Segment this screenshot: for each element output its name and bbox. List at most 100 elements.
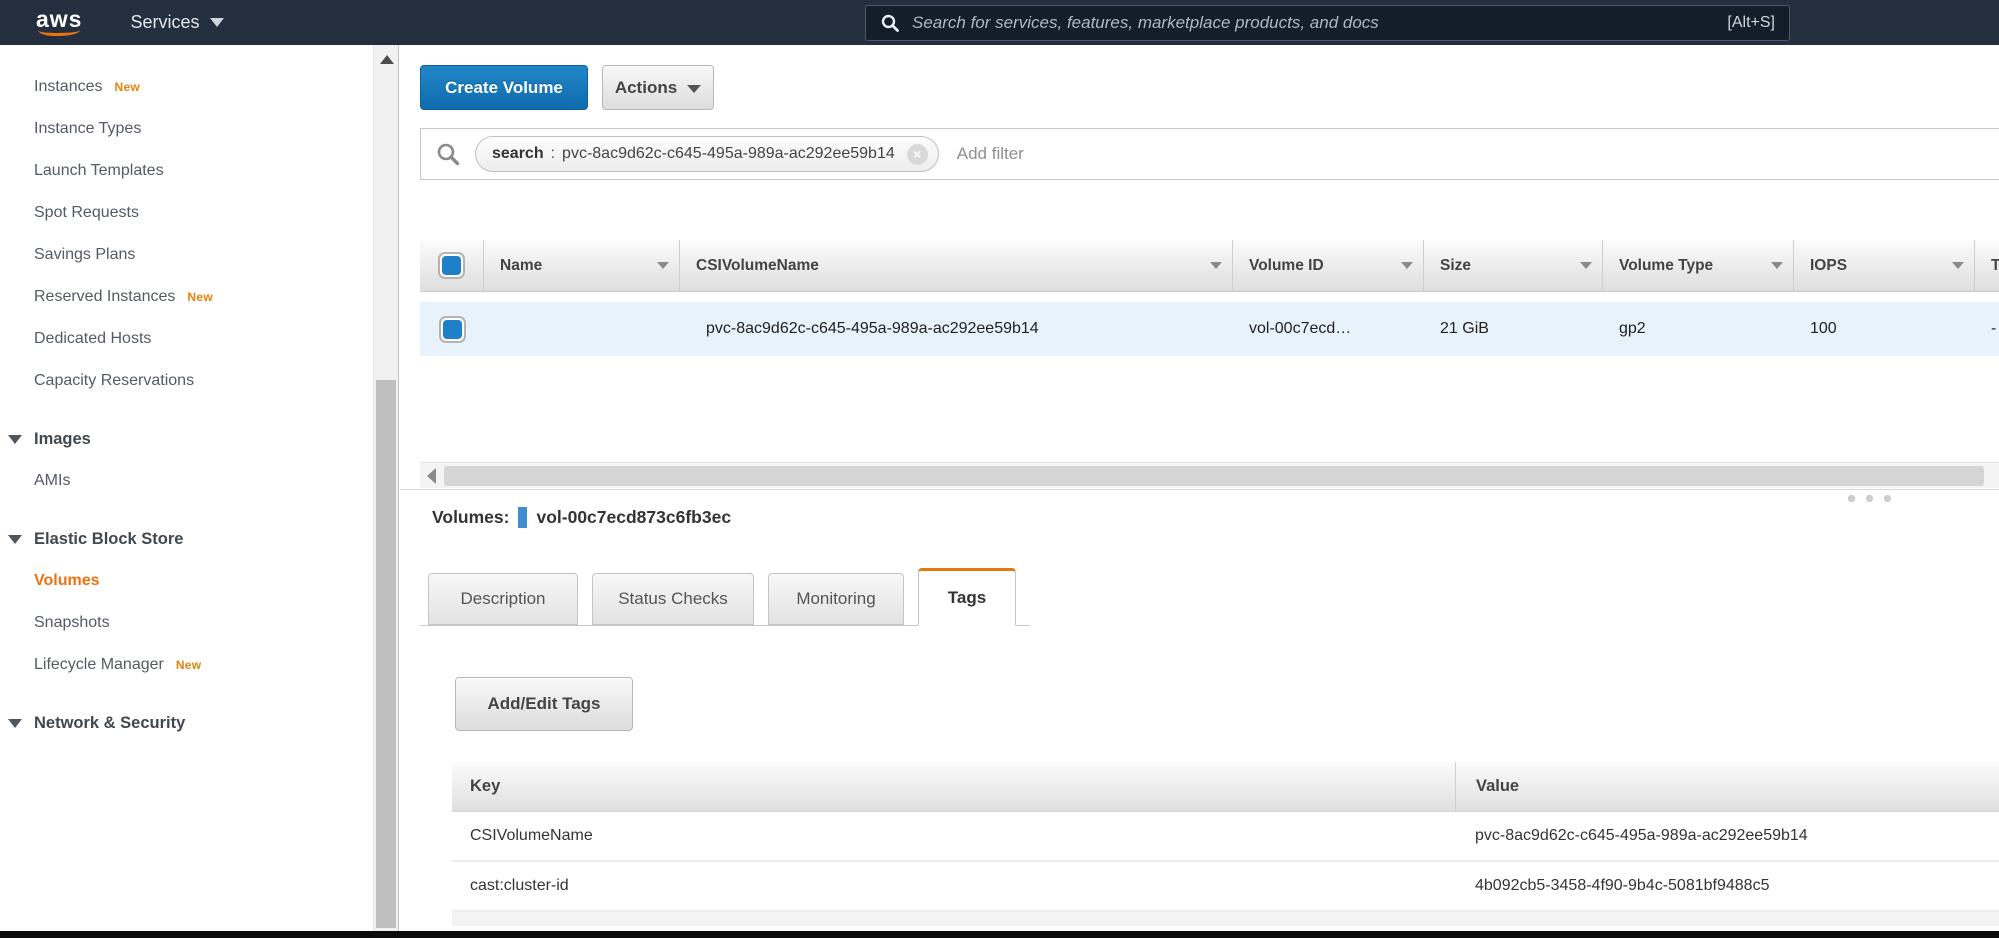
detail-tabs: Description Status Checks Monitoring Tag… [420, 568, 1030, 626]
volumes-toolbar: Create Volume Actions [420, 65, 714, 110]
sidebar-item-launch-templates[interactable]: Launch Templates [0, 150, 373, 192]
sidebar-item-instance-types[interactable]: Instance Types [0, 108, 373, 150]
create-volume-button[interactable]: Create Volume [420, 65, 588, 110]
column-label: Name [500, 257, 542, 275]
sidebar-item-instances[interactable]: Instances New [0, 66, 373, 108]
search-icon [435, 141, 461, 167]
sidebar-item-amis[interactable]: AMIs [0, 460, 373, 502]
sidebar-item-savings-plans[interactable]: Savings Plans [0, 234, 373, 276]
tags-table-header: Key Value [452, 762, 1999, 812]
scroll-up-icon[interactable] [380, 55, 394, 64]
filter-chip-key: search [492, 145, 544, 163]
actions-button[interactable]: Actions [602, 65, 714, 110]
aws-logo-text: aws [36, 9, 82, 29]
horizontal-scrollbar-thumb[interactable] [444, 466, 1984, 486]
pane-resize-handle[interactable] [1848, 495, 1891, 502]
sidebar-scrollbar[interactable] [373, 45, 399, 931]
tab-tags[interactable]: Tags [918, 568, 1016, 626]
column-label: Size [1440, 257, 1471, 275]
sidebar-item-snapshots[interactable]: Snapshots [0, 602, 373, 644]
sort-icon[interactable] [1771, 262, 1783, 269]
sidebar-section-images[interactable]: Images [0, 418, 373, 460]
top-navbar: aws Services [Alt+S] [0, 0, 1999, 45]
filter-bar[interactable]: search : pvc-8ac9d62c-c645-495a-989a-ac2… [420, 128, 1999, 180]
tab-description[interactable]: Description [428, 573, 578, 625]
volume-row-selected[interactable]: pvc-8ac9d62c-c645-495a-989a-ac292ee59b14… [420, 302, 1999, 356]
detail-heading-label: Volumes: [432, 507, 509, 528]
aws-ec2-console: aws Services [Alt+S] Instances New Insta… [0, 0, 1999, 938]
row-checkbox[interactable] [439, 316, 466, 343]
tag-value: 4b092cb5-3458-4f90-9b4c-5081bf9488c5 [1455, 862, 1999, 910]
new-badge: New [114, 80, 140, 94]
actions-label: Actions [615, 78, 677, 98]
sidebar-item-lifecycle-manager[interactable]: Lifecycle Manager New [0, 644, 373, 686]
aws-smile-icon [38, 28, 80, 36]
sidebar-item-volumes[interactable]: Volumes [0, 560, 373, 602]
add-filter-input[interactable] [957, 144, 1177, 164]
chevron-down-icon [210, 18, 224, 27]
select-all-checkbox-cell [420, 240, 484, 291]
column-label: IOPS [1810, 257, 1847, 275]
sidebar-item-reserved-instances[interactable]: Reserved Instances New [0, 276, 373, 318]
sort-icon[interactable] [1580, 262, 1592, 269]
checkbox-checked-icon [442, 256, 461, 275]
tag-key: cast:cluster-id [452, 877, 1455, 895]
volumes-table-header: Name CSIVolumeName Volume ID Size Volume… [420, 240, 1999, 292]
row-checkbox-cell [420, 316, 484, 343]
sidebar-scrollbar-thumb[interactable] [376, 380, 396, 928]
selection-bar-icon [518, 507, 527, 528]
filter-chip-separator: : [551, 145, 555, 163]
tag-row: CSIVolumeName pvc-8ac9d62c-c645-495a-989… [452, 812, 1999, 862]
column-header-name[interactable]: Name [484, 240, 680, 291]
cell-throughput: - [1975, 320, 1999, 338]
tab-monitoring[interactable]: Monitoring [768, 573, 904, 625]
sidebar-item-spot-requests[interactable]: Spot Requests [0, 192, 373, 234]
volumes-table: Name CSIVolumeName Volume ID Size Volume… [420, 240, 1999, 356]
selected-volume-id: vol-00c7ecd873c6fb3ec [536, 507, 731, 528]
checkbox-checked-icon [443, 320, 462, 339]
column-header-size[interactable]: Size [1424, 240, 1603, 291]
main-content: Create Volume Actions search : pvc-8ac9d… [400, 45, 1999, 931]
global-search[interactable]: [Alt+S] [865, 5, 1790, 41]
select-all-checkbox[interactable] [438, 252, 465, 279]
tags-table-footer [452, 912, 1999, 926]
services-menu[interactable]: Services [130, 12, 223, 33]
column-label: Volume Type [1619, 257, 1713, 275]
column-header-csivolumename[interactable]: CSIVolumeName [680, 240, 1233, 291]
scroll-left-icon[interactable] [427, 468, 436, 484]
sort-icon[interactable] [1210, 262, 1222, 269]
column-label: T [1991, 257, 1999, 275]
tags-table: Key Value CSIVolumeName pvc-8ac9d62c-c64… [452, 762, 1999, 926]
column-header-volume-id[interactable]: Volume ID [1233, 240, 1424, 291]
cell-iops: 100 [1794, 320, 1975, 338]
sort-icon[interactable] [657, 262, 669, 269]
sidebar-item-capacity-reservations[interactable]: Capacity Reservations [0, 360, 373, 402]
cell-volume-id: vol-00c7ecd… [1233, 320, 1424, 338]
cell-size: 21 GiB [1424, 320, 1603, 338]
sort-icon[interactable] [1401, 262, 1413, 269]
tag-value: pvc-8ac9d62c-c645-495a-989a-ac292ee59b14 [1455, 812, 1999, 860]
global-search-input[interactable] [912, 13, 1717, 33]
filter-chip-value: pvc-8ac9d62c-c645-495a-989a-ac292ee59b14 [562, 145, 895, 163]
horizontal-scrollbar[interactable] [420, 462, 1999, 488]
sort-icon[interactable] [1952, 262, 1964, 269]
tab-status-checks[interactable]: Status Checks [592, 573, 754, 625]
chevron-down-icon [687, 85, 701, 93]
column-header-value: Value [1455, 762, 1999, 811]
sidebar-item-dedicated-hosts[interactable]: Dedicated Hosts [0, 318, 373, 360]
sidebar-section-elastic-block-store[interactable]: Elastic Block Store [0, 518, 373, 560]
column-label: CSIVolumeName [696, 257, 819, 275]
section-collapse-icon [8, 535, 22, 544]
pane-divider [400, 489, 1999, 490]
column-header-throughput[interactable]: T [1975, 240, 1999, 291]
tag-key: CSIVolumeName [452, 827, 1455, 845]
window-bottom-edge [0, 931, 1999, 938]
sidebar-section-network-security[interactable]: Network & Security [0, 702, 373, 744]
remove-filter-icon[interactable]: × [907, 144, 928, 165]
add-edit-tags-button[interactable]: Add/Edit Tags [455, 677, 633, 731]
column-header-volume-type[interactable]: Volume Type [1603, 240, 1794, 291]
tag-row: cast:cluster-id 4b092cb5-3458-4f90-9b4c-… [452, 862, 1999, 912]
column-header-iops[interactable]: IOPS [1794, 240, 1975, 291]
aws-logo[interactable]: aws [36, 9, 82, 36]
filter-chip[interactable]: search : pvc-8ac9d62c-c645-495a-989a-ac2… [475, 136, 939, 172]
